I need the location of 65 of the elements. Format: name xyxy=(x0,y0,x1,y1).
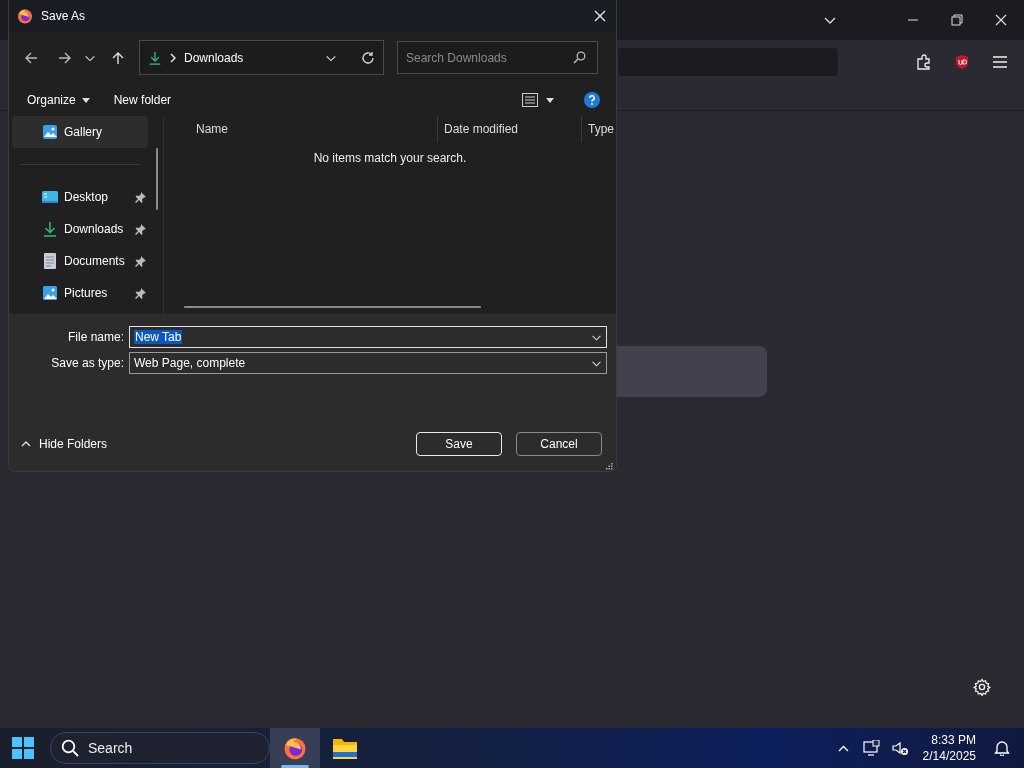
desktop-icon xyxy=(42,189,58,205)
download-icon xyxy=(42,221,58,237)
list-view-icon[interactable] xyxy=(522,93,538,107)
bell-icon[interactable] xyxy=(994,740,1010,756)
column-header[interactable]: Type xyxy=(582,116,614,142)
clock-date[interactable]: 2/14/2025 xyxy=(922,749,976,763)
chevron-up-icon xyxy=(21,441,31,447)
field-label: Save as type: xyxy=(50,356,125,370)
resize-grip-icon[interactable] xyxy=(606,463,613,470)
clock-time[interactable]: 8:33 PM xyxy=(931,733,976,747)
up-arrow-icon[interactable] xyxy=(111,50,125,65)
fox-logo-icon xyxy=(17,8,33,24)
column-header[interactable]: Date modified xyxy=(438,116,582,142)
puzzle-icon[interactable] xyxy=(916,54,932,70)
document-icon xyxy=(42,253,58,269)
new-folder-button[interactable]: New folder xyxy=(113,93,172,107)
taskbar-search[interactable]: Search xyxy=(50,732,270,764)
sidebar-item[interactable]: Documents xyxy=(12,245,148,277)
windows-logo-icon[interactable] xyxy=(12,737,34,759)
search-field[interactable]: Search Downloads xyxy=(397,41,598,74)
search-icon[interactable] xyxy=(573,51,586,64)
picture-icon xyxy=(42,285,58,301)
restore-icon[interactable] xyxy=(951,14,963,26)
settings-icon[interactable] xyxy=(973,678,991,696)
monitor-icon[interactable] xyxy=(862,740,880,756)
close-icon[interactable] xyxy=(594,10,606,22)
pin-icon[interactable] xyxy=(135,223,146,235)
menu-icon[interactable] xyxy=(992,55,1008,69)
forward-arrow-icon[interactable] xyxy=(58,50,72,65)
file-type-dropdown[interactable]: Web Page, complete xyxy=(129,352,607,374)
back-arrow-icon[interactable] xyxy=(24,50,38,65)
save-button[interactable]: Save xyxy=(416,432,502,456)
hide-folders-button[interactable]: Hide Folders xyxy=(21,437,108,451)
folder-icon xyxy=(333,737,357,759)
organize-menu[interactable]: Organize xyxy=(27,93,90,107)
sidebar-item[interactable]: Downloads xyxy=(12,213,148,245)
taskbar-app[interactable] xyxy=(270,728,320,768)
cancel-button[interactable]: Cancel xyxy=(516,432,602,456)
pin-icon[interactable] xyxy=(135,287,146,299)
scrollbar[interactable] xyxy=(184,306,481,308)
fox-logo-icon xyxy=(283,736,307,760)
help-icon[interactable] xyxy=(584,92,600,108)
window-title: Save As xyxy=(41,9,87,23)
pin-icon[interactable] xyxy=(135,191,146,203)
file-name-field[interactable]: New Tab xyxy=(129,326,607,348)
caret-icon[interactable] xyxy=(546,97,554,103)
download-icon xyxy=(148,49,162,66)
shield-icon[interactable] xyxy=(954,54,970,70)
field-label: File name: xyxy=(66,330,125,344)
sidebar-item[interactable]: Pictures xyxy=(12,277,148,309)
close-icon[interactable] xyxy=(995,14,1007,26)
pin-icon[interactable] xyxy=(135,255,146,267)
sidebar-item[interactable]: Desktop xyxy=(12,181,148,213)
column-header[interactable]: Name xyxy=(164,116,438,142)
address-bar[interactable]: Downloads xyxy=(139,40,384,75)
refresh-icon[interactable] xyxy=(361,50,375,65)
caret-icon xyxy=(81,97,90,103)
empty-message: No items match your search. xyxy=(312,151,468,165)
chevron-right-icon xyxy=(170,52,176,63)
gallery-icon xyxy=(42,124,58,140)
sidebar-item[interactable]: Gallery xyxy=(12,116,148,148)
chevron-up-icon[interactable] xyxy=(837,744,849,752)
muted-speaker-icon[interactable] xyxy=(891,740,909,756)
scrollbar[interactable] xyxy=(156,148,158,210)
location-text: Downloads xyxy=(184,50,245,65)
